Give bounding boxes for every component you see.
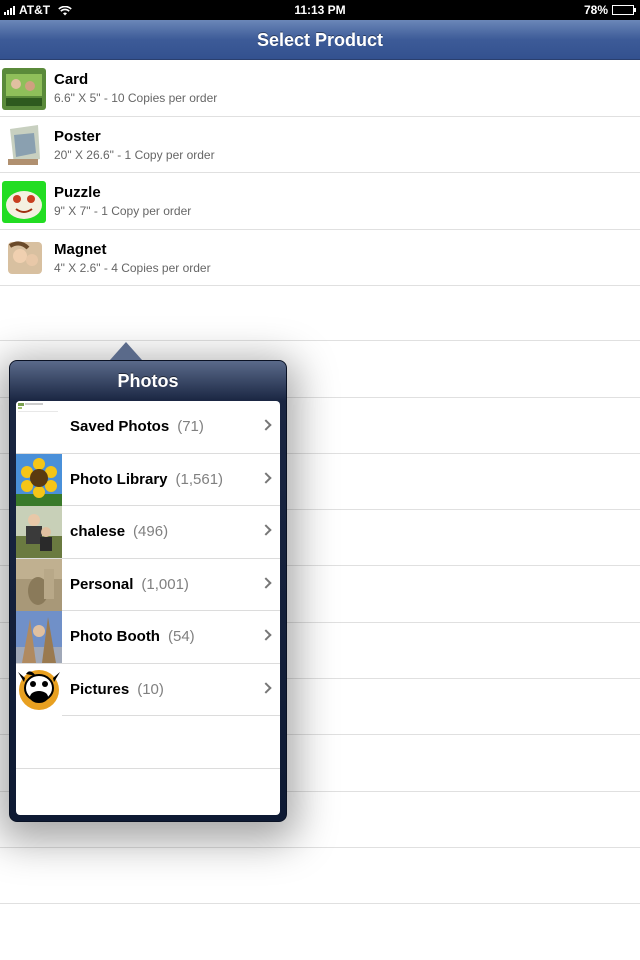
album-name: Photo Booth — [70, 628, 160, 645]
album-name: Personal — [70, 575, 134, 593]
empty-row — [0, 848, 640, 905]
chevron-right-icon — [260, 524, 272, 536]
poster-thumbnail — [2, 124, 46, 167]
product-title: Magnet — [54, 240, 107, 258]
album-label: Photo Booth (54) — [70, 628, 195, 645]
album-row-photo-booth[interactable]: Photo Booth (54) — [16, 611, 280, 664]
personal-thumbnail — [16, 558, 62, 611]
status-bar: AT&T 11:13 PM 78% — [0, 0, 640, 20]
album-label: Photo Library (1,561) — [70, 471, 223, 488]
album-row-pictures[interactable]: Pictures (10) — [16, 663, 280, 716]
chevron-right-icon — [260, 629, 272, 641]
card-thumbnail — [2, 68, 46, 110]
clock: 11:13 PM — [294, 3, 346, 17]
product-title: Puzzle — [54, 184, 101, 201]
album-count: (71) — [177, 418, 204, 435]
album-count: (496) — [133, 523, 169, 540]
popover-title: Photos — [117, 371, 179, 391]
puzzle-thumbnail — [2, 181, 46, 223]
empty-row — [0, 285, 640, 342]
album-label: Pictures (10) — [70, 681, 164, 698]
status-bar-right: 78% — [583, 3, 636, 17]
popover-arrow — [110, 342, 142, 360]
chevron-right-icon — [260, 471, 272, 484]
album-row-chalese[interactable]: chalese (496) — [16, 506, 280, 559]
battery-percent: 78% — [583, 3, 608, 17]
album-count: (54) — [167, 628, 195, 645]
empty-album-row — [16, 716, 280, 769]
album-name: Pictures — [70, 680, 130, 698]
product-title: Card — [54, 71, 89, 88]
album-row-saved-photos[interactable]: Saved Photos (71) — [16, 401, 280, 454]
magnet-thumbnail — [2, 237, 46, 280]
chevron-right-icon — [260, 681, 272, 694]
product-subtitle: 6.6" X 5" - 10 Copies per order — [54, 91, 218, 105]
album-count: (1,001) — [141, 575, 189, 593]
cow-thumbnail — [16, 663, 62, 716]
chevron-right-icon — [260, 419, 272, 431]
chevron-right-icon — [260, 576, 272, 589]
product-subtitle: 4" X 2.6" - 4 Copies per order — [54, 260, 211, 275]
product-title: Poster — [54, 127, 101, 145]
product-row-poster[interactable]: Poster 20" X 26.6" - 1 Copy per order — [0, 117, 640, 173]
album-label: chalese (496) — [70, 523, 168, 540]
album-label: Personal (1,001) — [70, 576, 189, 593]
page-title: Select Product — [256, 30, 384, 50]
album-name: Photo Library — [70, 470, 168, 488]
album-name: Saved Photos — [70, 418, 170, 435]
album-count: (1,561) — [175, 470, 224, 488]
photo-booth-thumbnail — [16, 611, 62, 663]
product-row-puzzle[interactable]: Puzzle 9" X 7" - 1 Copy per order — [0, 173, 640, 230]
album-label: Saved Photos (71) — [70, 418, 204, 435]
navigation-bar: Select Product — [0, 20, 640, 60]
album-count: (10) — [137, 680, 164, 698]
chalese-thumbnail — [16, 506, 62, 558]
battery-icon — [612, 5, 636, 15]
album-list: Saved Photos (71) Photo Library (1,561) ch… — [16, 401, 280, 815]
album-name: chalese — [70, 523, 126, 540]
product-row-card[interactable]: Card 6.6" X 5" - 10 Copies per order — [0, 60, 640, 117]
sunflower-thumbnail — [16, 453, 62, 506]
saved-photos-thumbnail — [16, 401, 62, 453]
photos-popover: Photos Saved Photos (71) Photo Library (1,… — [9, 360, 287, 822]
product-subtitle: 9" X 7" - 1 Copy per order — [54, 204, 192, 218]
product-subtitle: 20" X 26.6" - 1 Copy per order — [54, 147, 215, 162]
product-row-magnet[interactable]: Magnet 4" X 2.6" - 4 Copies per order — [0, 230, 640, 286]
product-list: Card 6.6" X 5" - 10 Copies per order Pos… — [0, 60, 640, 286]
album-row-photo-library[interactable]: Photo Library (1,561) — [16, 453, 280, 506]
album-row-personal[interactable]: Personal (1,001) — [16, 558, 280, 611]
